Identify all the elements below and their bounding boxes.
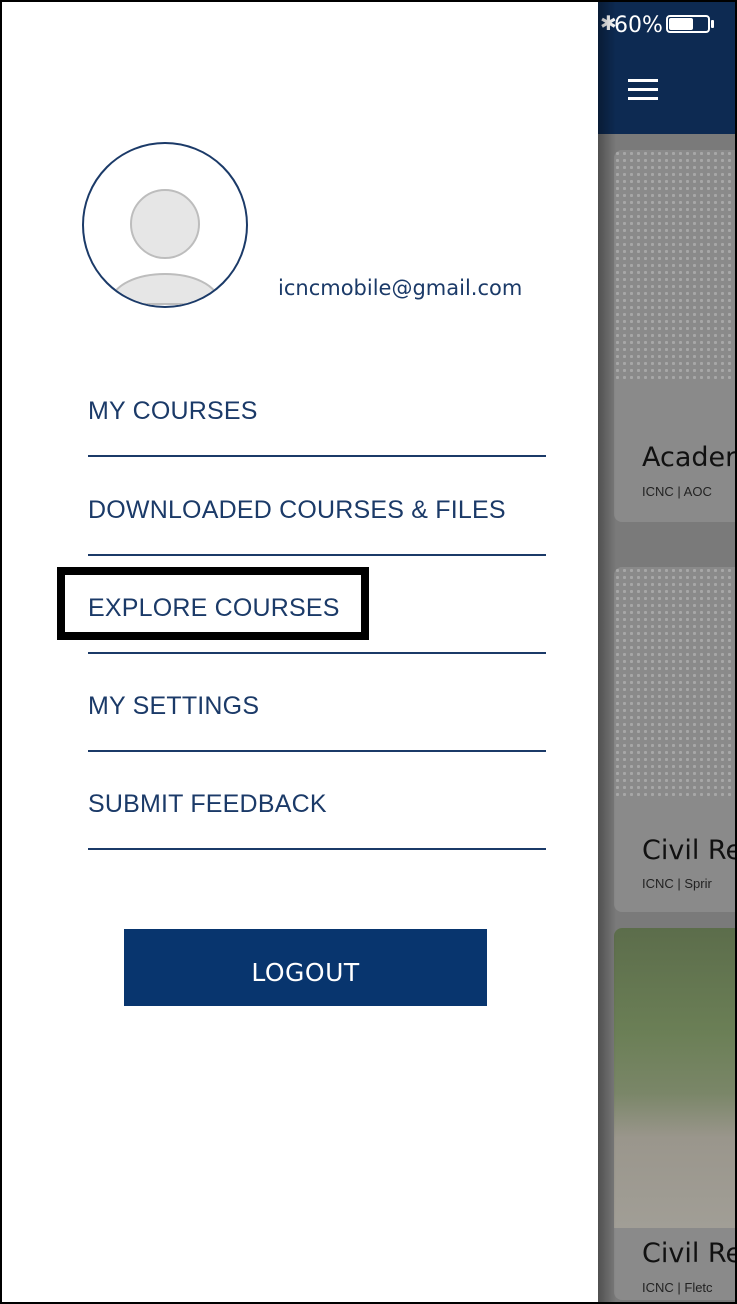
menu-item-downloaded-courses-files[interactable]: DOWNLOADED COURSES & FILES: [88, 496, 546, 556]
user-email: icncmobile@gmail.com: [278, 276, 523, 300]
menu-item-label: MY SETTINGS: [88, 692, 260, 720]
world-map-pattern: [614, 567, 735, 797]
battery-fill: [669, 18, 693, 30]
status-bar: ✱ 60%: [598, 2, 735, 46]
device-screen: icncmobile@gmail.com MY COURSES DOWNLOAD…: [0, 0, 737, 1304]
main-content-dimmed[interactable]: ✱ 60% Acader ICNC | AOC Civil Re ICNC | …: [598, 2, 737, 1302]
course-card[interactable]: Acader ICNC | AOC: [614, 150, 737, 522]
menu-item-my-courses[interactable]: MY COURSES: [88, 397, 546, 457]
menu-item-submit-feedback[interactable]: SUBMIT FEEDBACK: [88, 790, 546, 850]
course-photo: [614, 928, 735, 1228]
logout-button[interactable]: LOGOUT: [124, 929, 487, 1006]
course-card[interactable]: Civil Re ICNC | Sprir: [614, 567, 737, 912]
logout-label: LOGOUT: [251, 958, 360, 987]
hamburger-menu-icon[interactable]: [628, 79, 658, 101]
menu-item-label: SUBMIT FEEDBACK: [88, 790, 327, 818]
highlight-box: [57, 567, 369, 640]
bluetooth-icon: ✱: [600, 13, 617, 35]
battery-tip: [711, 20, 714, 28]
course-card[interactable]: Civil Re ICNC | Fletc: [614, 928, 737, 1300]
menu-item-label: MY COURSES: [88, 397, 258, 425]
navigation-drawer: icncmobile@gmail.com MY COURSES DOWNLOAD…: [2, 2, 598, 1302]
user-avatar-placeholder-icon: [108, 189, 222, 305]
course-card-title: Civil Re: [642, 835, 737, 866]
course-card-subtitle: ICNC | AOC: [642, 484, 712, 499]
course-card-title: Acader: [642, 442, 737, 473]
course-card-subtitle: ICNC | Sprir: [642, 876, 712, 891]
avatar[interactable]: [82, 142, 248, 308]
menu-item-my-settings[interactable]: MY SETTINGS: [88, 692, 546, 752]
battery-percent: 60%: [614, 13, 663, 38]
menu-item-label: DOWNLOADED COURSES & FILES: [88, 496, 506, 524]
course-card-subtitle: ICNC | Fletc: [642, 1280, 713, 1295]
world-map-pattern: [614, 150, 735, 380]
course-card-title: Civil Re: [642, 1238, 737, 1269]
app-bar: [598, 46, 735, 134]
battery-icon: [666, 15, 710, 33]
